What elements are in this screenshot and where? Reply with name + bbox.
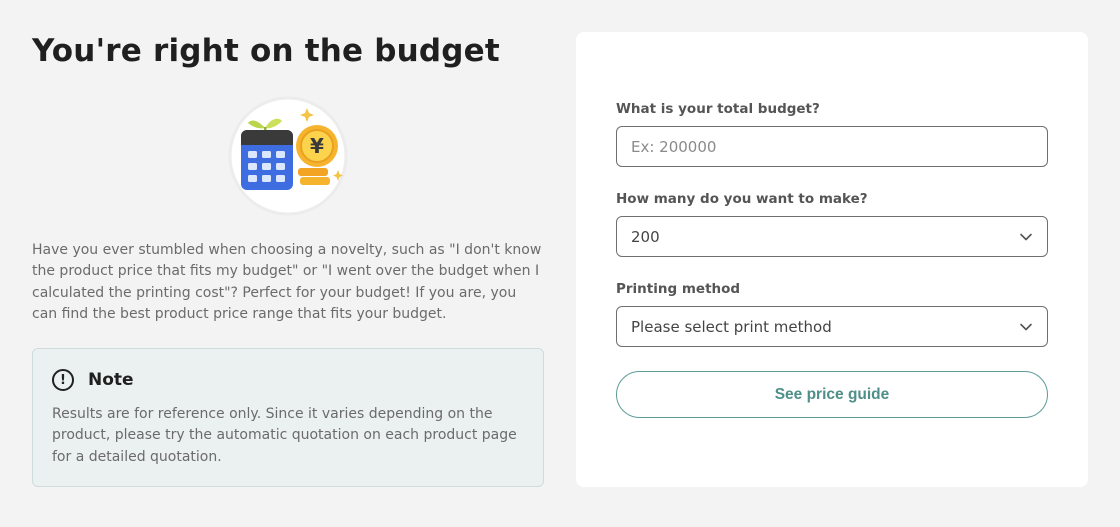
budget-placeholder: Ex: 200000 <box>631 137 717 156</box>
print-method-label: Printing method <box>616 281 741 297</box>
quantity-value: 200 <box>631 227 660 246</box>
budget-form-card: What is your total budget? Ex: 200000 Ho… <box>576 32 1088 487</box>
svg-text:¥: ¥ <box>310 134 324 158</box>
intro-panel: You're right on the budget ¥ Have you ev… <box>32 0 544 527</box>
budget-label: What is your total budget? <box>616 101 820 117</box>
see-price-guide-button[interactable]: See price guide <box>616 371 1048 418</box>
note-title: Note <box>88 370 134 390</box>
calculator-yen-coin-icon: ¥ <box>228 96 348 216</box>
note-header: ! Note <box>52 369 134 391</box>
chevron-down-icon <box>1020 233 1032 241</box>
budget-input[interactable]: Ex: 200000 <box>616 126 1048 167</box>
print-method-select[interactable]: Please select print method <box>616 306 1048 347</box>
quantity-label: How many do you want to make? <box>616 191 868 207</box>
intro-description: Have you ever stumbled when choosing a n… <box>32 242 542 322</box>
note-text: Results are for reference only. Since it… <box>52 406 517 465</box>
exclamation-circle-icon: ! <box>52 369 74 391</box>
note-box: ! Note Results are for reference only. S… <box>32 348 544 487</box>
page-title: You're right on the budget <box>32 33 500 69</box>
quantity-select[interactable]: 200 <box>616 216 1048 257</box>
print-method-placeholder: Please select print method <box>631 317 832 336</box>
chevron-down-icon <box>1020 323 1032 331</box>
